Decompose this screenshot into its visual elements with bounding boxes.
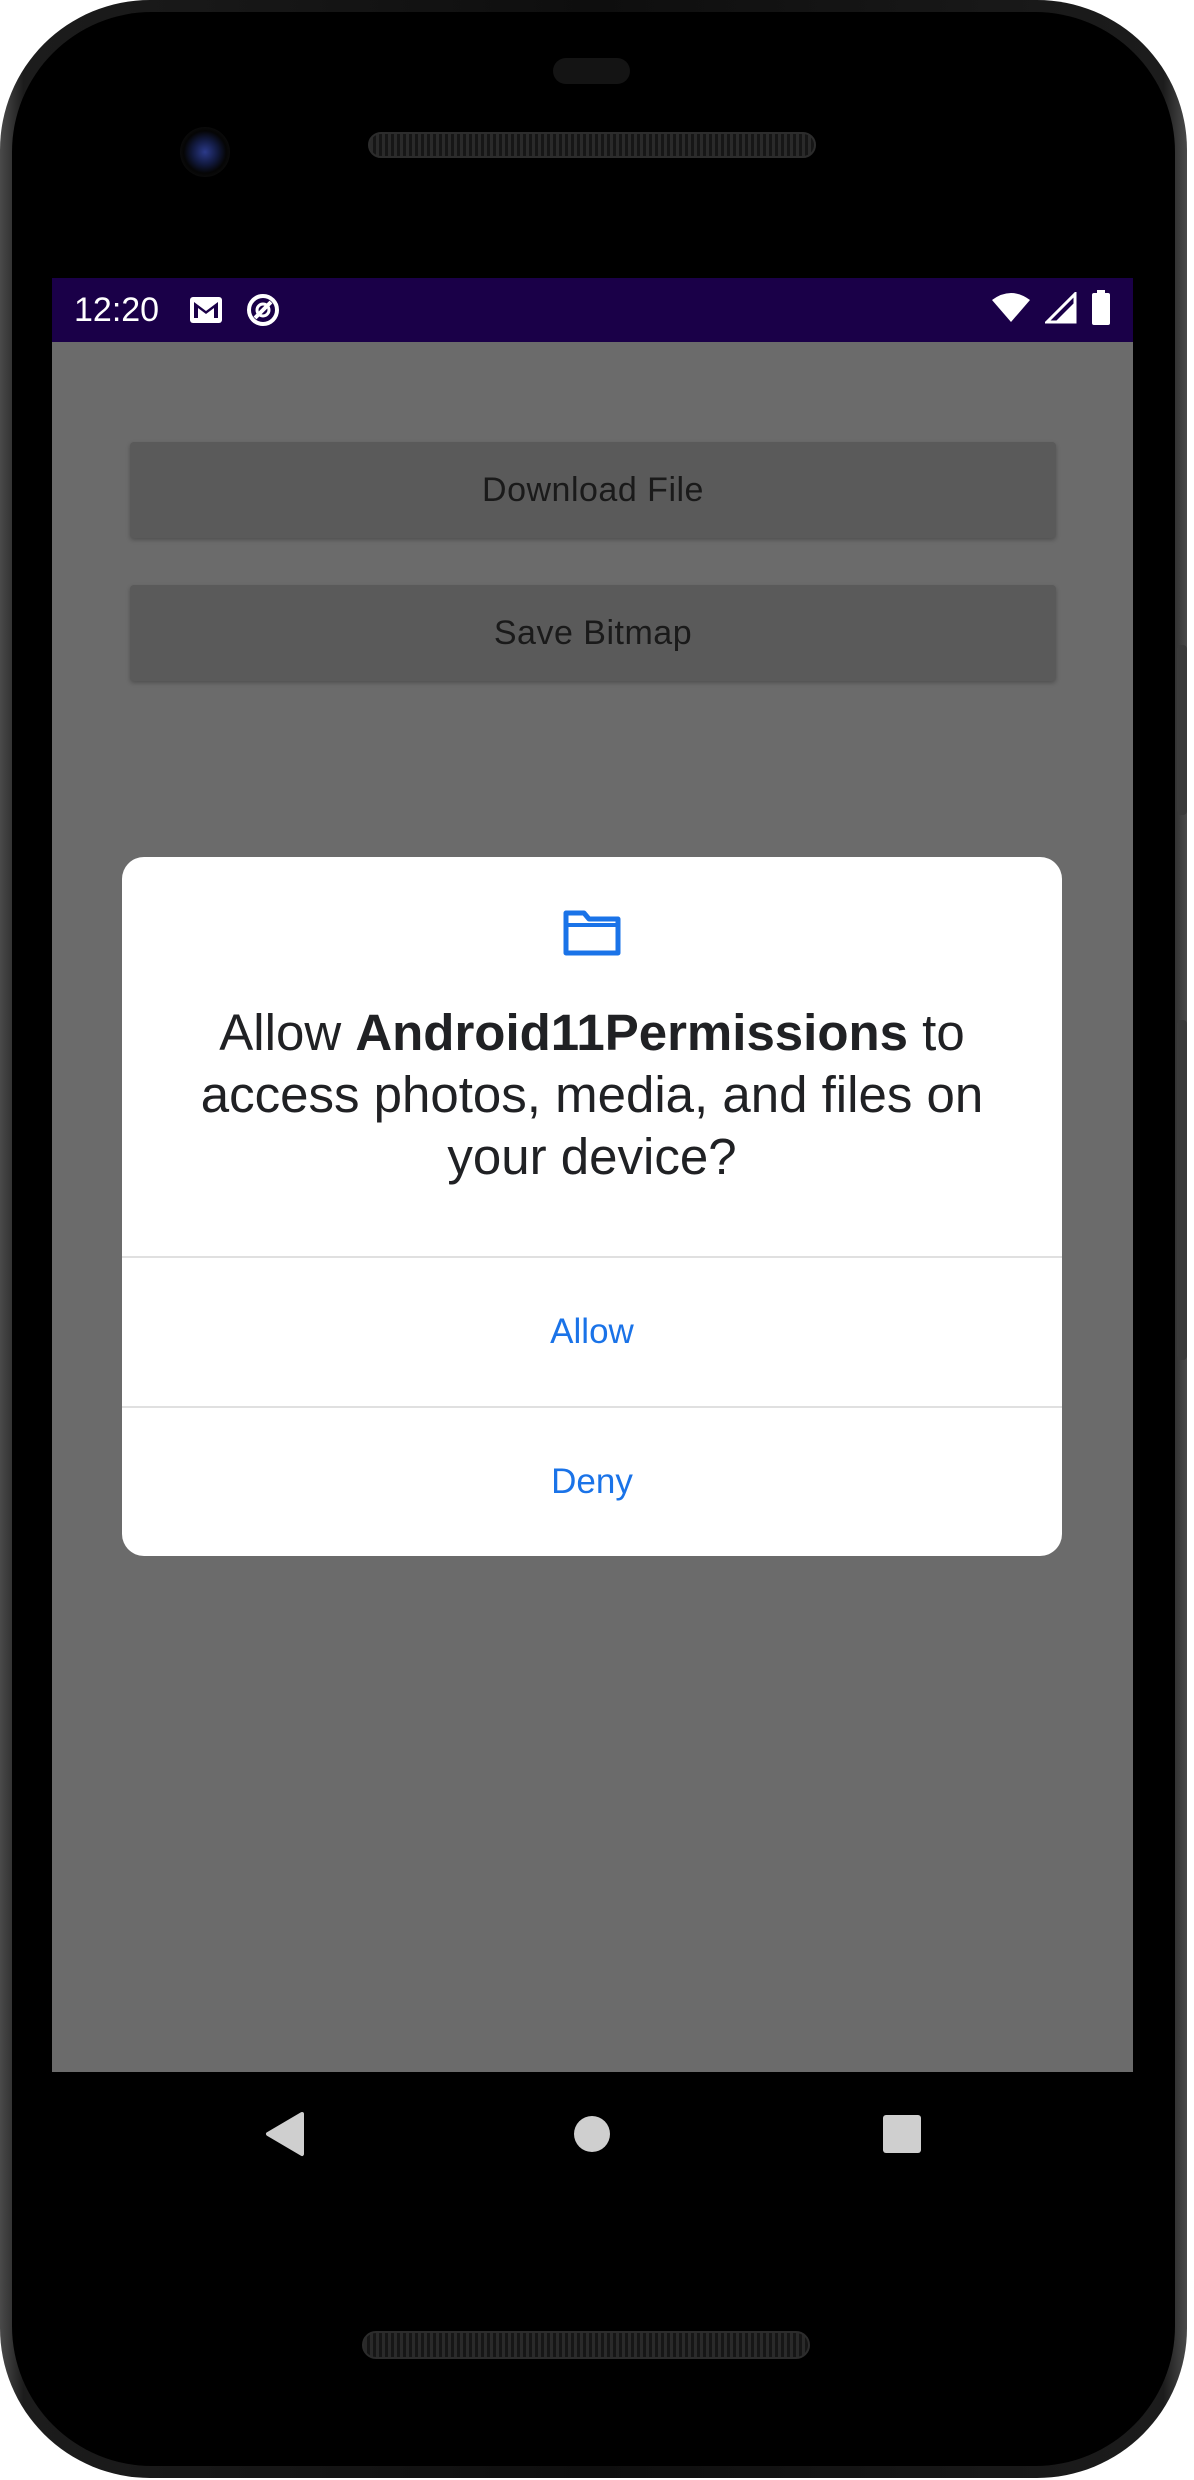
navigation-bar xyxy=(52,2072,1133,2202)
status-bar: 12:20 xyxy=(52,278,1133,342)
back-button[interactable] xyxy=(244,2096,324,2176)
battery-icon xyxy=(1091,289,1111,331)
front-camera xyxy=(180,127,230,177)
do-not-disturb-icon xyxy=(245,292,281,328)
recents-button[interactable] xyxy=(862,2096,942,2176)
earpiece-speaker xyxy=(368,132,816,158)
permission-dialog: Allow Android11Permissions to access pho… xyxy=(122,857,1062,1556)
proximity-sensor xyxy=(553,58,630,84)
folder-icon xyxy=(562,909,622,957)
back-icon xyxy=(262,2110,306,2163)
home-icon xyxy=(572,2114,612,2159)
screen: 12:20 Download File Save Bitmap Allow An… xyxy=(52,278,1133,2072)
home-button[interactable] xyxy=(552,2096,632,2176)
download-file-button[interactable]: Download File xyxy=(130,442,1056,538)
bottom-speaker xyxy=(362,2331,810,2359)
cellular-signal-icon xyxy=(1043,289,1077,329)
gmail-icon xyxy=(189,296,223,324)
app-name: Android11Permissions xyxy=(355,1004,909,1061)
volume-buttons xyxy=(1177,1020,1187,1360)
recents-icon xyxy=(882,2114,922,2159)
save-bitmap-button[interactable]: Save Bitmap xyxy=(130,585,1056,681)
status-right-icons xyxy=(991,289,1111,331)
power-button xyxy=(1177,645,1187,815)
permission-message: Allow Android11Permissions to access pho… xyxy=(162,1002,1022,1188)
wifi-icon xyxy=(991,292,1031,329)
message-prefix: Allow xyxy=(219,1004,356,1061)
status-time: 12:20 xyxy=(74,290,160,329)
allow-button[interactable]: Allow xyxy=(122,1258,1062,1406)
deny-button[interactable]: Deny xyxy=(122,1408,1062,1556)
